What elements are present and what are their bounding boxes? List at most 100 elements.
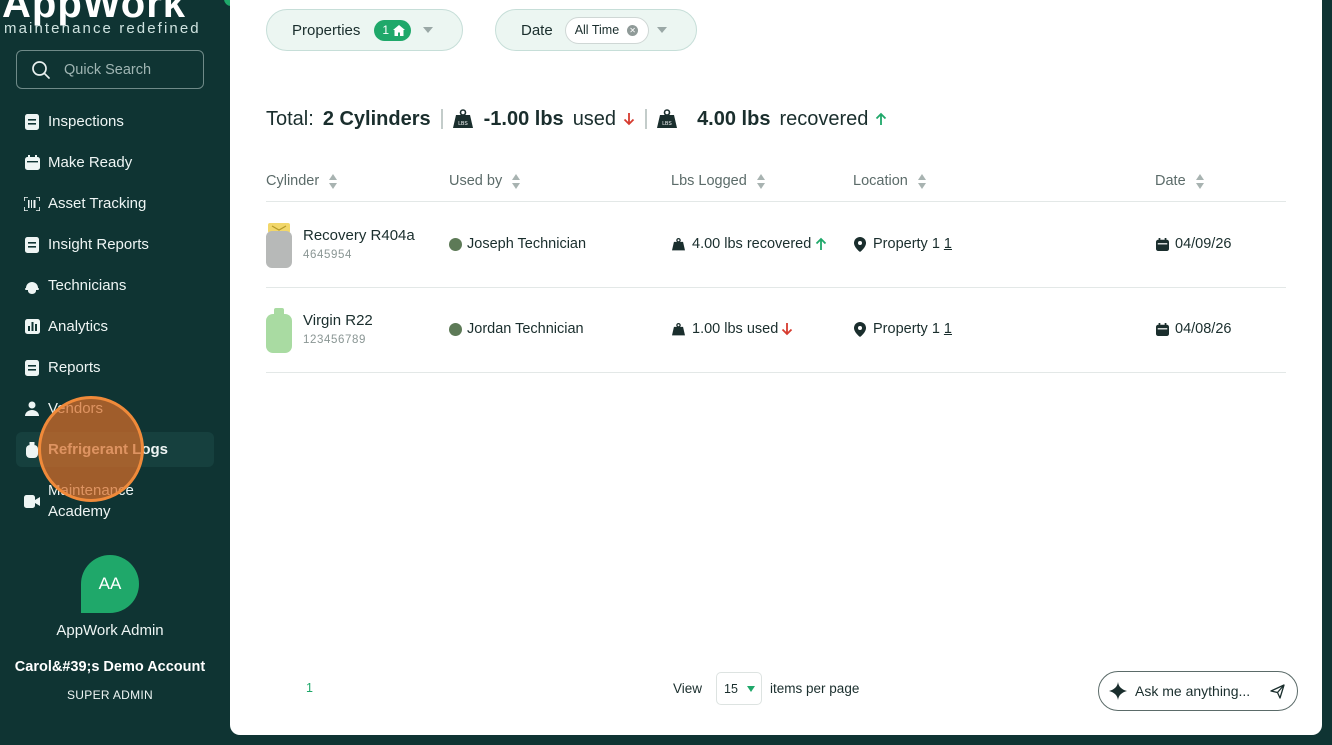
column-header-cylinder[interactable]: Cylinder	[266, 173, 338, 189]
recovered-total: 4.00 lbs	[697, 107, 771, 130]
weight-icon	[672, 322, 685, 335]
person-icon	[24, 401, 40, 417]
sidebar-item-asset-tracking[interactable]: Asset Tracking	[16, 186, 214, 221]
table-row[interactable]: Recovery R404a 4645954 Joseph Technician…	[266, 203, 1286, 288]
sidebar-item-label: Technicians	[48, 277, 127, 294]
location-name: Property 1	[873, 321, 940, 337]
divider	[440, 109, 443, 129]
clear-icon[interactable]: ✕	[627, 24, 639, 36]
sort-icon[interactable]	[329, 173, 338, 189]
date-filter[interactable]: Date All Time ✕	[495, 9, 697, 51]
user-role: SUPER ADMIN	[67, 688, 153, 702]
sort-icon[interactable]	[917, 173, 926, 189]
sidebar-item-label: Inspections	[48, 113, 124, 130]
document-icon	[24, 359, 40, 376]
account-name[interactable]: Carol&#39;s Demo Account	[0, 659, 220, 675]
column-header-used-by[interactable]: Used by	[449, 173, 521, 189]
column-header-lbs-logged[interactable]: Lbs Logged	[671, 173, 765, 189]
per-page-select[interactable]: 15	[716, 672, 763, 705]
clipboard-icon	[24, 113, 40, 130]
used-by-cell: Jordan Technician	[449, 321, 584, 337]
table-row[interactable]: Virgin R22 123456789 Jordan Technician 1…	[266, 288, 1286, 373]
location-pin-icon	[854, 321, 866, 337]
sort-icon[interactable]	[1195, 173, 1204, 189]
quick-search[interactable]: Quick Search	[16, 50, 204, 89]
used-by-cell: Joseph Technician	[449, 236, 586, 252]
location-count-link[interactable]: 1	[944, 236, 952, 252]
properties-filter[interactable]: Properties 1	[266, 9, 463, 51]
column-label: Date	[1155, 173, 1186, 189]
sidebar-item-vendors[interactable]: Vendors	[16, 391, 214, 426]
search-placeholder: Quick Search	[64, 61, 152, 78]
hardhat-icon	[24, 278, 40, 294]
video-icon	[24, 493, 40, 509]
chevron-down-icon[interactable]	[657, 27, 668, 33]
weight-icon: LBS	[452, 109, 473, 128]
cylinder-id: 123456789	[303, 334, 366, 346]
brand-logo[interactable]: AppWork maintenance redefined	[0, 0, 230, 38]
column-header-location[interactable]: Location	[853, 173, 926, 189]
avatar[interactable]: AA	[81, 555, 139, 613]
cylinder-count: 2 Cylinders	[322, 107, 431, 130]
lbs-logged-cell: 1.00 lbs used	[672, 321, 793, 337]
sidebar-item-make-ready[interactable]: Make Ready	[16, 145, 214, 180]
per-page-suffix: items per page	[770, 681, 860, 696]
sort-icon[interactable]	[512, 173, 521, 189]
properties-count: 1	[382, 23, 390, 37]
user-avatar	[449, 322, 462, 336]
sidebar-item-label: Analytics	[48, 318, 109, 335]
cylinder-icon	[24, 441, 40, 458]
properties-count-badge: 1	[374, 19, 412, 41]
column-header-date[interactable]: Date	[1155, 173, 1204, 189]
send-icon[interactable]	[1270, 684, 1285, 699]
location-count-link[interactable]: 1	[944, 321, 952, 337]
sidebar-item-technicians[interactable]: Technicians	[16, 268, 214, 303]
calendar-icon	[1156, 237, 1169, 251]
user-avatar	[449, 237, 462, 251]
sidebar-item-analytics[interactable]: Analytics	[16, 309, 214, 344]
per-page-value: 15	[724, 681, 738, 696]
column-label: Used by	[449, 173, 503, 189]
page-number[interactable]: 1	[306, 681, 313, 695]
date-range-chip[interactable]: All Time ✕	[564, 16, 650, 44]
sidebar-item-reports[interactable]: Reports	[16, 350, 214, 385]
sidebar-item-insight-reports[interactable]: Insight Reports	[16, 227, 214, 262]
assistant-input[interactable]: Ask me anything...	[1098, 671, 1298, 711]
date-value: 04/09/26	[1175, 236, 1232, 252]
date-value: 04/08/26	[1175, 321, 1232, 337]
chevron-down-icon[interactable]	[423, 27, 434, 33]
date-cell: 04/09/26	[1156, 236, 1231, 252]
column-label: Location	[853, 173, 908, 189]
used-by-name: Jordan Technician	[467, 321, 584, 337]
main-panel: Properties 1 Date All Time ✕ Total: 2 Cy…	[230, 0, 1322, 735]
recovered-label: recovered	[779, 107, 869, 130]
sidebar-item-refrigerant-logs[interactable]: Refrigerant Logs	[16, 432, 214, 467]
items-per-page: View 15 items per page	[673, 672, 859, 705]
arrow-down-icon	[782, 323, 793, 336]
sidebar-item-label: Reports	[48, 359, 101, 376]
cylinder-name: Virgin R22	[303, 312, 373, 329]
sparkle-icon	[1109, 682, 1127, 700]
calendar-icon	[1156, 322, 1169, 336]
document-icon	[24, 236, 40, 253]
sort-icon[interactable]	[756, 173, 765, 189]
chevron-down-icon	[746, 685, 755, 692]
used-label: used	[572, 107, 617, 130]
sidebar-item-maintenance-academy[interactable]: Maintenance Academy	[16, 476, 214, 526]
sidebar-item-label: Maintenance Academy	[48, 482, 134, 520]
search-icon	[32, 60, 50, 79]
sidebar-item-label: Make Ready	[48, 154, 133, 171]
view-label: View	[673, 681, 703, 696]
cylinder-id: 4645954	[303, 249, 352, 261]
bar-chart-icon	[24, 319, 40, 335]
brand-tagline: maintenance redefined	[4, 20, 201, 37]
cylinder-icon	[266, 308, 292, 353]
location-pin-icon	[854, 236, 866, 252]
location-cell: Property 1 1	[854, 236, 952, 252]
table-header: Cylinder Used by Lbs Logged Location Dat…	[266, 166, 1286, 202]
location-cell: Property 1 1	[854, 321, 952, 337]
arrow-up-icon	[816, 237, 827, 250]
cylinder-icon	[266, 223, 292, 268]
sidebar-item-inspections[interactable]: Inspections	[16, 104, 214, 139]
location-name: Property 1	[873, 236, 940, 252]
